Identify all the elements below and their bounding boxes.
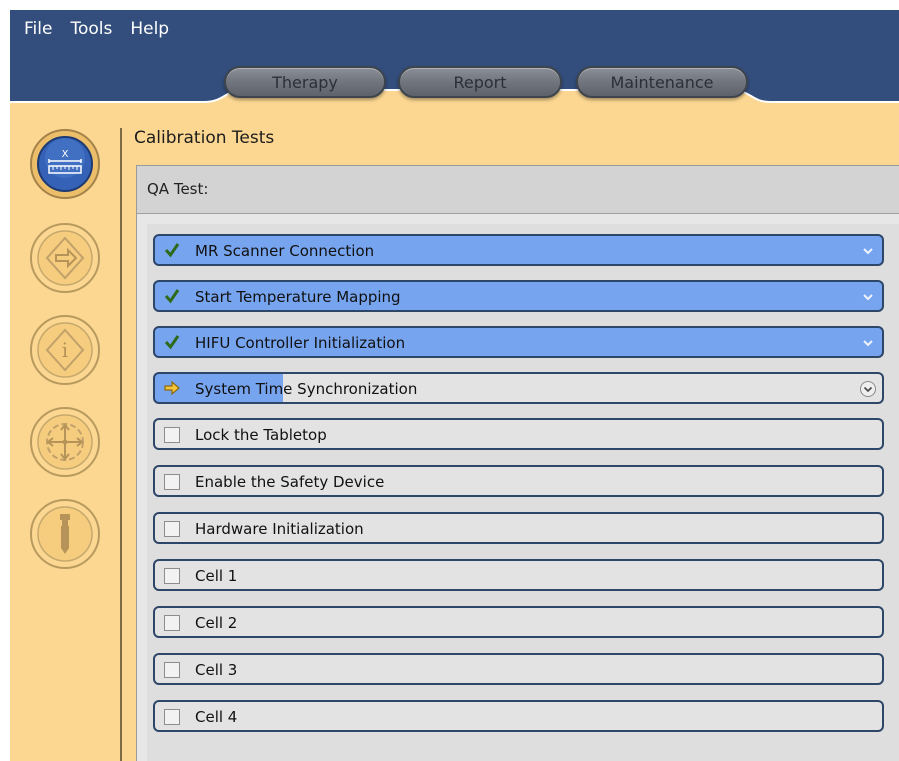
test-step-label: Lock the Tabletop [195,426,327,444]
tools-button[interactable] [25,494,105,574]
sidebar-divider [120,128,122,761]
qa-test-panel: QA Test: MR Scanner Connection Start Tem… [136,165,899,761]
test-step[interactable]: Cell 2 [153,606,884,638]
menu-tools[interactable]: Tools [61,19,121,39]
qa-test-label: QA Test: [147,180,209,198]
info-diamond-icon: i [30,315,100,385]
test-step[interactable]: Cell 4 [153,700,884,732]
test-step-label: HIFU Controller Initialization [195,334,406,352]
workflow-button[interactable] [25,218,105,298]
svg-text:X: X [62,149,69,160]
checkbox[interactable] [164,662,180,678]
test-step[interactable]: Start Temperature Mapping [153,280,884,312]
test-step[interactable]: HIFU Controller Initialization [153,326,884,358]
test-step[interactable]: Lock the Tabletop [153,418,884,450]
test-step[interactable]: Enable the Safety Device [153,465,884,497]
arrow-diamond-icon [30,223,100,293]
sidebar: X i [10,110,120,761]
checkbox[interactable] [164,568,180,584]
checkbox[interactable] [164,615,180,631]
test-step-label: Cell 2 [195,614,238,632]
test-step-label: Hardware Initialization [195,520,364,538]
test-step-label: Cell 3 [195,661,238,679]
tab-maintenance[interactable]: Maintenance [576,66,748,98]
tool-probe-icon [30,499,100,569]
checkbox[interactable] [164,709,180,725]
menu-bar: File Tools Help [10,10,178,48]
check-icon [164,243,180,258]
positioning-button[interactable] [25,402,105,482]
chevron-down-circle-icon[interactable] [859,380,877,398]
menu-file[interactable]: File [10,19,61,39]
checkbox[interactable] [164,427,180,443]
calibration-button[interactable]: X [25,124,105,204]
move-crosshair-icon [30,407,100,477]
test-step-label: Start Temperature Mapping [195,288,401,306]
chevron-down-icon[interactable] [861,290,875,304]
page-title: Calibration Tests [134,128,275,148]
title-bar: File Tools Help Therapy Report Maintenan… [10,10,899,112]
arrow-right-icon [164,380,180,396]
test-step-list: MR Scanner Connection Start Temperature … [147,224,899,761]
test-step[interactable]: Hardware Initialization [153,512,884,544]
checkbox[interactable] [164,474,180,490]
test-step[interactable]: System Time Synchronization [153,372,884,404]
test-step[interactable]: Cell 3 [153,653,884,685]
checkbox[interactable] [164,521,180,537]
qa-test-header: QA Test: [137,166,899,214]
test-step-label: Cell 4 [195,708,238,726]
check-icon [164,289,180,304]
check-icon [164,335,180,350]
test-step[interactable]: MR Scanner Connection [153,234,884,266]
test-step-label: Cell 1 [195,567,238,585]
test-step[interactable]: Cell 1 [153,559,884,591]
calibration-ruler-icon: X [30,129,100,199]
tab-report[interactable]: Report [398,66,562,98]
app-window: File Tools Help Therapy Report Maintenan… [10,10,899,761]
menu-help[interactable]: Help [121,19,178,39]
svg-text:i: i [62,338,68,362]
test-step-label: Enable the Safety Device [195,473,385,491]
chevron-down-icon[interactable] [861,336,875,350]
tab-therapy[interactable]: Therapy [224,66,386,98]
test-step-label: System Time Synchronization [195,380,418,398]
info-button[interactable]: i [25,310,105,390]
chevron-down-icon[interactable] [861,244,875,258]
test-step-label: MR Scanner Connection [195,242,375,260]
